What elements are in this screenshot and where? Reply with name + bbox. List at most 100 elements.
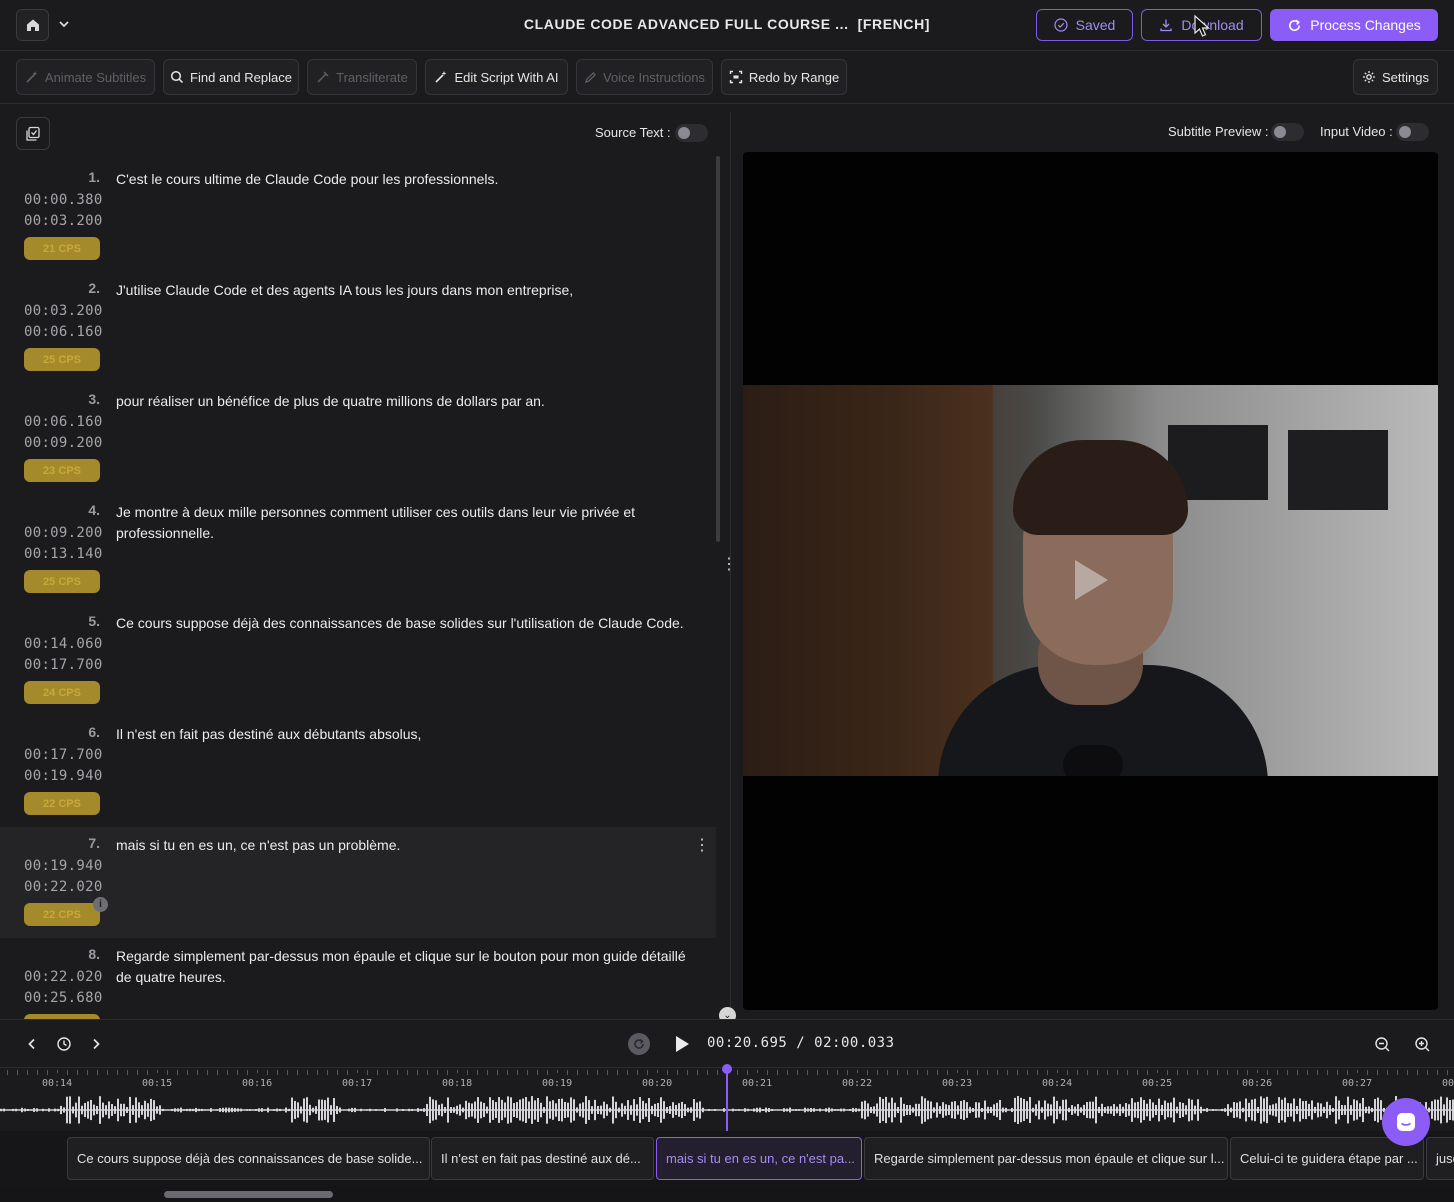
history-icon[interactable] <box>54 1034 74 1054</box>
segment-text[interactable]: pour réaliser un bénéfice de plus de qua… <box>116 391 696 412</box>
chat-support-button[interactable] <box>1382 1098 1430 1146</box>
segment-end-time[interactable]: 00:03.200 <box>24 213 103 229</box>
subtitle-clip[interactable]: Ce cours suppose déjà des connaissances … <box>67 1137 430 1180</box>
segment-text[interactable]: mais si tu en es un, ce n'est pas un pro… <box>116 835 696 856</box>
chevron-down-icon[interactable] <box>56 16 72 32</box>
waveform-bar <box>1191 1099 1193 1121</box>
ruler-tick <box>817 1070 818 1075</box>
settings-button[interactable]: Settings <box>1353 59 1438 95</box>
segment-start-time[interactable]: 00:17.700 <box>24 747 103 763</box>
subtitle-segment[interactable]: 7. mais si tu en es un, ce n'est pas un p… <box>0 827 716 938</box>
waveform-bar <box>213 1109 215 1111</box>
playhead-handle[interactable] <box>722 1064 732 1074</box>
segment-text[interactable]: Je montre à deux mille personnes comment… <box>116 502 696 544</box>
segment-end-time[interactable]: 00:17.700 <box>24 657 103 673</box>
timeline-scroll-thumb[interactable] <box>164 1191 333 1198</box>
waveform-bar <box>951 1101 953 1119</box>
segment-end-time[interactable]: 00:19.940 <box>24 768 103 784</box>
waveform-bar <box>1149 1099 1151 1121</box>
subtitle-segment[interactable]: 2. J'utilise Claude Code et des agents IA… <box>0 272 716 383</box>
zoom-in-icon[interactable] <box>1412 1034 1432 1054</box>
find-replace-button[interactable]: Find and Replace <box>163 59 299 95</box>
waveform-bar <box>0 1108 2 1112</box>
ruler-tick <box>627 1070 628 1075</box>
segment-end-time[interactable]: 00:06.160 <box>24 324 103 340</box>
subtitle-segment[interactable]: 4. Je montre à deux mille personnes comme… <box>0 494 716 605</box>
segment-start-time[interactable]: 00:09.200 <box>24 525 103 541</box>
ruler-tick <box>1117 1070 1118 1075</box>
redo-by-range-button[interactable]: Redo by Range <box>721 59 847 95</box>
replay-icon[interactable] <box>628 1033 650 1055</box>
waveform-bar <box>381 1109 383 1111</box>
animate-subtitles-button[interactable]: Animate Subtitles <box>16 59 155 95</box>
waveform-bar <box>507 1096 509 1124</box>
subtitle-segment[interactable]: 3. pour réaliser un bénéfice de plus de q… <box>0 383 716 494</box>
subtitle-clip[interactable]: mais si tu en es un, ce n'est pa... <box>656 1137 862 1180</box>
transcript-scrollbar[interactable] <box>716 156 720 542</box>
segment-start-time[interactable]: 00:14.060 <box>24 636 103 652</box>
segment-text[interactable]: Regarde simplement par-dessus mon épaule… <box>116 946 696 988</box>
waveform-bar <box>390 1109 392 1111</box>
video-player[interactable] <box>743 152 1438 1010</box>
segment-end-time[interactable]: 00:09.200 <box>24 435 103 451</box>
segment-text[interactable]: Il n'est en fait pas destiné aux débutan… <box>116 724 696 745</box>
chevron-right-icon[interactable] <box>86 1034 106 1054</box>
play-button[interactable] <box>672 1034 692 1054</box>
segment-text[interactable]: C'est le cours ultime de Claude Code pou… <box>116 169 696 190</box>
process-changes-button[interactable]: Process Changes <box>1270 9 1438 41</box>
voice-instructions-button[interactable]: Voice Instructions <box>576 59 713 95</box>
ruler-tick <box>17 1070 18 1075</box>
segment-start-time[interactable]: 00:22.020 <box>24 969 103 985</box>
waveform-bar <box>1095 1096 1097 1124</box>
ruler-tick <box>907 1070 908 1075</box>
segment-start-time[interactable]: 00:19.940 <box>24 858 103 874</box>
subtitle-preview-toggle[interactable] <box>1271 123 1304 141</box>
segment-start-time[interactable]: 00:03.200 <box>24 303 103 319</box>
edit-script-ai-button[interactable]: Edit Script With AI <box>425 59 568 95</box>
saved-button[interactable]: Saved <box>1036 9 1133 41</box>
segment-start-time[interactable]: 00:06.160 <box>24 414 103 430</box>
subtitle-segment[interactable]: 5. Ce cours suppose déjà des connaissance… <box>0 605 716 716</box>
segment-number: 5. <box>88 613 100 629</box>
waveform-bar <box>450 1107 452 1113</box>
transliterate-button[interactable]: Transliterate <box>307 59 417 95</box>
subtitle-clip[interactable]: Regarde simplement par-dessus mon épaule… <box>864 1137 1228 1180</box>
input-video-toggle[interactable] <box>1396 123 1429 141</box>
subtitle-segment[interactable]: 6. Il n'est en fait pas destiné aux début… <box>0 716 716 827</box>
segment-end-time[interactable]: 00:13.140 <box>24 546 103 562</box>
waveform-bar <box>561 1098 563 1122</box>
waveform-bar <box>135 1097 137 1123</box>
waveform-bar <box>1014 1097 1016 1123</box>
waveform-bar <box>48 1108 50 1112</box>
subtitle-segment[interactable]: 1. C'est le cours ultime de Claude Code p… <box>0 161 716 272</box>
chevron-left-icon[interactable] <box>22 1034 42 1054</box>
title-text: CLAUDE CODE ADVANCED FULL COURSE ... <box>523 16 849 32</box>
source-text-toggle[interactable] <box>675 124 708 142</box>
home-button[interactable] <box>16 9 49 41</box>
more-options-icon[interactable]: ⋮ <box>694 837 710 855</box>
waveform-bar <box>600 1105 602 1115</box>
waveform-bar <box>1224 1108 1226 1112</box>
waveform-bar <box>1308 1103 1310 1117</box>
subtitle-segment[interactable]: 8. Regarde simplement par-dessus mon épau… <box>0 938 716 1019</box>
info-icon[interactable]: i <box>93 897 108 912</box>
zoom-out-icon[interactable] <box>1372 1034 1392 1054</box>
waveform-bar <box>891 1097 893 1123</box>
subtitle-clip[interactable]: Il n'est en fait pas destiné aux dé... <box>431 1137 654 1180</box>
segment-end-time[interactable]: 00:25.680 <box>24 990 103 1006</box>
subtitle-clip[interactable]: jusq <box>1426 1137 1454 1180</box>
home-icon <box>26 19 39 31</box>
segment-text[interactable]: J'utilise Claude Code et des agents IA t… <box>116 280 696 301</box>
select-all-button[interactable] <box>16 117 50 150</box>
waveform-bar <box>366 1109 368 1111</box>
ruler-tick <box>357 1070 358 1073</box>
waveform-bar <box>426 1103 428 1117</box>
segment-end-time[interactable]: 00:22.020 <box>24 879 103 895</box>
resize-handle-icon[interactable]: ⋮ <box>721 556 737 574</box>
segment-text[interactable]: Ce cours suppose déjà des connaissances … <box>116 613 696 634</box>
play-overlay-icon[interactable] <box>1071 557 1111 603</box>
transcript-panel: Source Text : 1. C'est le cours ultime de… <box>0 104 720 1019</box>
segment-start-time[interactable]: 00:00.380 <box>24 192 103 208</box>
waveform-bar <box>1122 1106 1124 1114</box>
ruler-tick <box>147 1070 148 1075</box>
